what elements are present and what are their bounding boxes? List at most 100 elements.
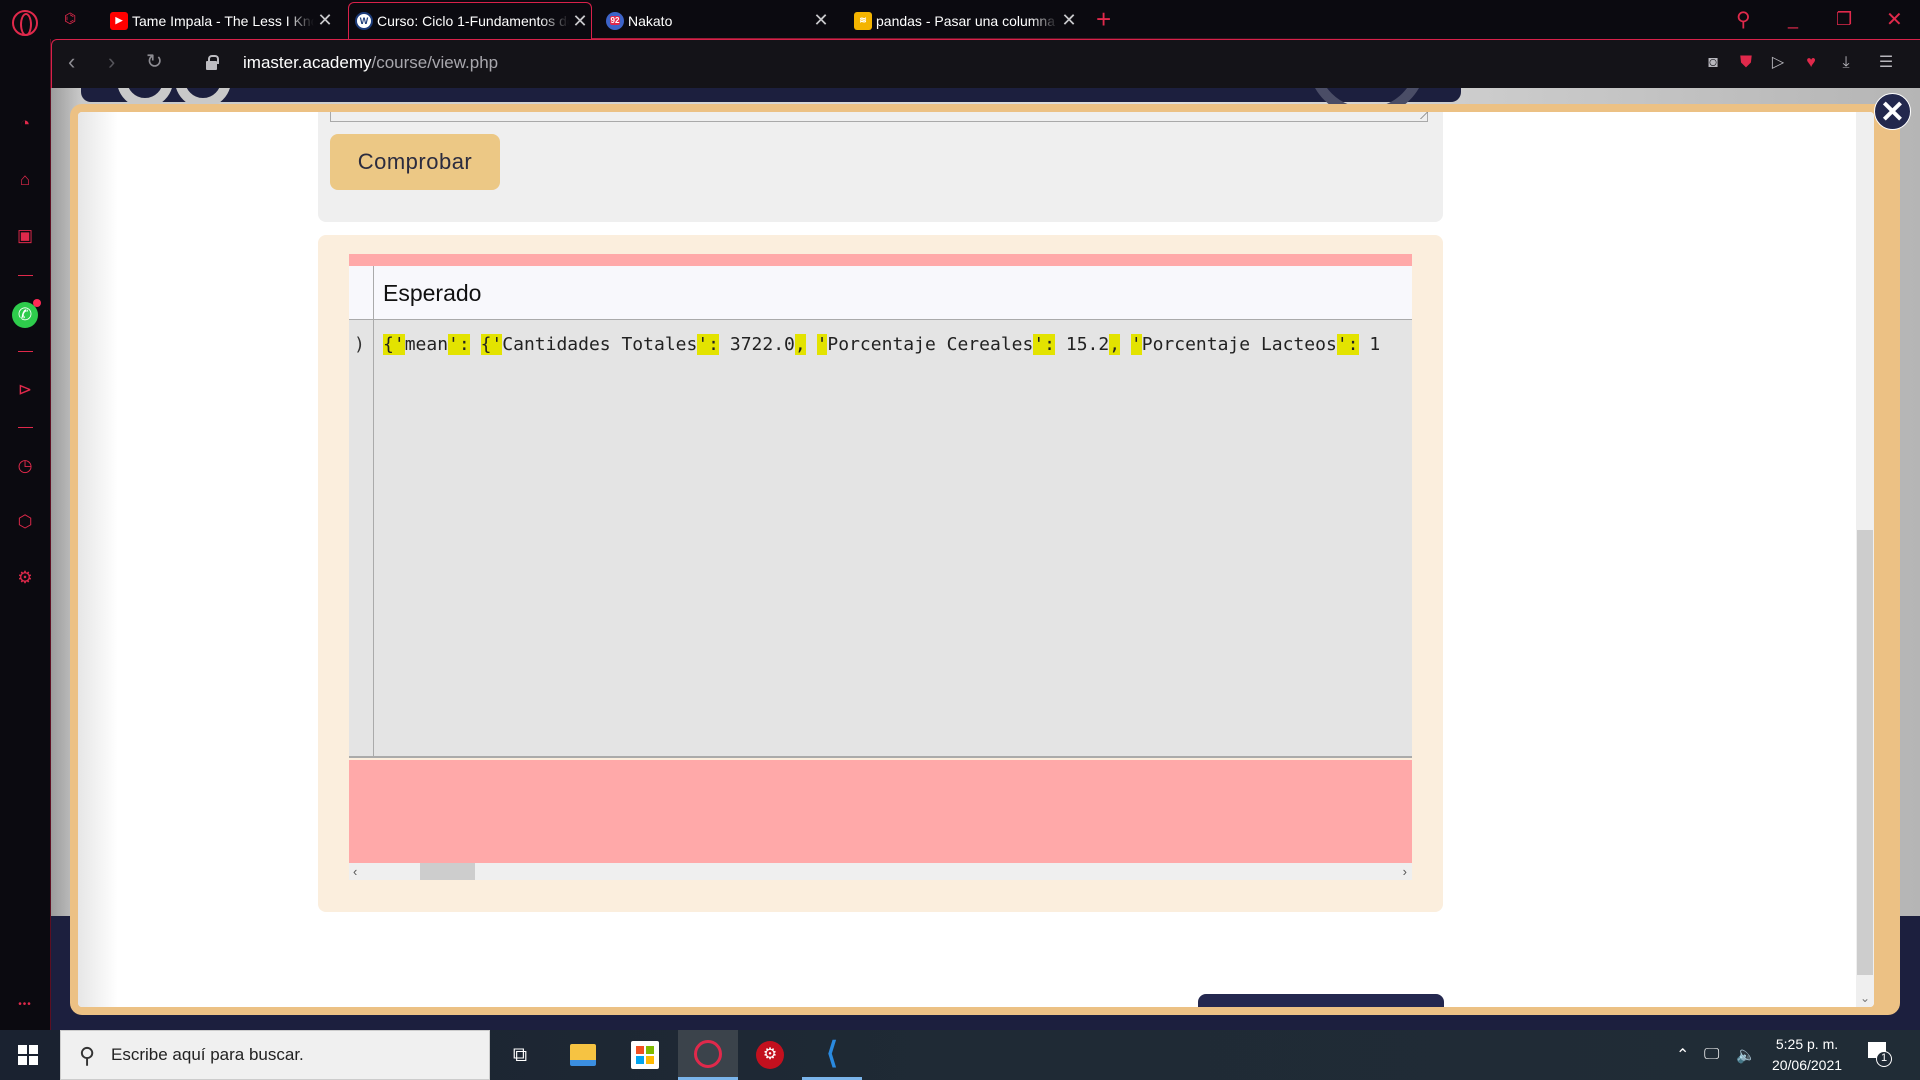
diff-viewer: Esperado ) {'mean': {'Cantidades Totales… [349, 254, 1412, 880]
vscode-icon[interactable]: ⟨ [802, 1030, 862, 1080]
reload-button[interactable]: ↻ [146, 50, 163, 74]
window-close-button[interactable]: ✕ [1886, 0, 1903, 39]
scrollbar-thumb[interactable] [1857, 530, 1873, 975]
tab-close-icon[interactable]: ✕ [314, 10, 336, 31]
search-icon: ⚲ [79, 1043, 96, 1068]
result-card: Esperado ) {'mean': {'Cantidades Totales… [318, 235, 1443, 912]
horizontal-scrollbar[interactable]: ‹ › [349, 863, 1412, 880]
opera-sidebar: ◔ ⌂ ▣ ✆ ⊳ ◷ ⬡ ⚙ ••• [0, 39, 51, 1030]
diff-highlight: {' [480, 334, 503, 355]
microsoft-store-icon[interactable] [615, 1030, 675, 1080]
whatsapp-icon[interactable]: ✆ [12, 299, 41, 328]
diff-highlight: , [1109, 334, 1121, 355]
tab-close-icon[interactable]: ✕ [569, 11, 591, 32]
player-icon[interactable]: ⊳ [14, 379, 36, 401]
scroll-down-arrow[interactable]: ⌄ [1856, 991, 1874, 1005]
driver-booster-icon[interactable]: ⚙ [740, 1030, 800, 1080]
flow-send-icon[interactable]: ▷ [1768, 52, 1788, 74]
tab-search-icon[interactable]: ⚲ [1736, 0, 1751, 39]
modal-vertical-scrollbar[interactable]: ⌄ [1856, 112, 1874, 1007]
browser-tab-bar: ⌬ ▶ Tame Impala - The Less I Know The Be… [0, 0, 1920, 39]
volume-icon[interactable]: 🔈 [1736, 1030, 1756, 1080]
forward-button[interactable]: › [108, 50, 115, 74]
action-center-icon[interactable]: 1 [1868, 1042, 1892, 1067]
code-text: Cantidades Totales [502, 334, 698, 355]
file-explorer-icon[interactable] [553, 1030, 613, 1080]
address-bar: ‹ › ↻ imaster.academy/course/view.php ◙ … [51, 39, 1920, 88]
code-text: mean [404, 334, 449, 355]
sidebar-separator [18, 351, 33, 352]
lock-icon[interactable] [206, 55, 219, 70]
code-text: Porcentaje Lacteos [1141, 334, 1337, 355]
code-text: Porcentaje Cereales [827, 334, 1034, 355]
tab-pandas[interactable]: ≋ pandas - Pasar una columna ✕ [848, 2, 1080, 39]
heart-icon[interactable]: ♥ [1801, 52, 1821, 74]
tab-nakato[interactable]: 92 Nakato ✕ [600, 2, 832, 39]
diff-top-bar [349, 254, 1412, 266]
page-header [81, 88, 1461, 102]
tab-tame-impala[interactable]: ▶ Tame Impala - The Less I Know The Bett… [104, 2, 336, 39]
answer-card: Comprobar [318, 112, 1443, 222]
more-icon[interactable]: ••• [14, 994, 36, 1016]
scrollbar-thumb[interactable] [420, 863, 475, 880]
scroll-right-arrow[interactable]: › [1403, 863, 1407, 880]
twitch-icon[interactable]: ▣ [14, 225, 36, 247]
diff-highlight: ': [1033, 334, 1056, 355]
url-field[interactable]: imaster.academy/course/view.php [243, 53, 498, 73]
diff-header: Esperado [349, 266, 1412, 320]
vpn-shield-icon[interactable]: ⛊ [1736, 52, 1756, 74]
diff-gutter [349, 266, 374, 319]
windows-start-icon[interactable] [18, 1045, 38, 1065]
expected-output-line: {'mean': {'Cantidades Totales': 3722.0, … [383, 334, 1380, 355]
modal-close-button[interactable]: ✕ [1874, 93, 1911, 130]
tab-close-icon[interactable]: ✕ [1058, 10, 1080, 31]
extensions-icon[interactable]: ⬡ [14, 511, 36, 533]
download-icon[interactable]: ⤓ [1836, 52, 1856, 74]
code-text: 15.2 [1055, 334, 1110, 355]
sidebar-separator [18, 275, 33, 276]
new-tab-button[interactable]: + [1096, 4, 1111, 35]
next-button[interactable] [1198, 994, 1444, 1007]
youtube-icon: ▶ [110, 11, 128, 30]
back-button[interactable]: ‹ [68, 50, 75, 74]
diff-highlight: {' [383, 334, 405, 355]
opera-menu-icon[interactable] [12, 10, 38, 36]
diff-highlight: , [794, 334, 806, 355]
code-answer-textarea[interactable] [330, 112, 1429, 122]
gamepad-icon[interactable]: ⌬ [64, 10, 84, 26]
taskbar-clock[interactable]: 5:25 p. m. 20/06/2021 [1762, 1034, 1852, 1076]
tray-chevron-icon[interactable]: ⌃ [1676, 1030, 1689, 1080]
resize-grip[interactable] [1413, 112, 1429, 119]
diff-gutter [349, 320, 374, 756]
diff-marker: ) [354, 334, 365, 355]
history-icon[interactable]: ◷ [14, 455, 36, 477]
notification-dot [33, 299, 41, 307]
check-button[interactable]: Comprobar [330, 134, 500, 190]
minimize-button[interactable]: _ [1788, 0, 1798, 39]
exercise-modal: Comprobar Esperado ) {'mean': {'Cantidad… [70, 104, 1900, 1015]
diff-highlight: ': [697, 334, 720, 355]
tab-curso[interactable]: W Curso: Ciclo 1-Fundamentos de Programa… [348, 2, 592, 39]
notification-badge: 1 [1876, 1051, 1892, 1067]
taskbar-search[interactable]: ⚲ Escribe aquí para buscar. [60, 1030, 490, 1080]
network-icon[interactable]: 🖵 [1704, 1030, 1719, 1080]
settings-icon[interactable]: ⚙ [14, 567, 36, 589]
diff-bottom-block [349, 760, 1412, 863]
modal-content: Comprobar Esperado ) {'mean': {'Cantidad… [78, 112, 1874, 1007]
diff-highlight: ': [1336, 334, 1359, 355]
opera-taskbar-icon[interactable] [678, 1030, 738, 1080]
diff-highlight: ' [1130, 334, 1142, 355]
cleaner-icon[interactable]: ⌂ [14, 169, 36, 191]
restore-button[interactable]: ❐ [1836, 0, 1852, 39]
code-text: 1 [1358, 334, 1381, 355]
diff-body: ) {'mean': {'Cantidades Totales': 3722.0… [349, 320, 1412, 758]
speed-dial-icon[interactable]: ◔ [14, 113, 36, 135]
tab-close-icon[interactable]: ✕ [810, 10, 832, 31]
easy-setup-icon[interactable]: ☰ [1876, 52, 1896, 74]
modal-shade [78, 112, 118, 1007]
scroll-left-arrow[interactable]: ‹ [353, 863, 357, 880]
task-view-icon[interactable]: ⧉ [490, 1030, 550, 1080]
snapshot-icon[interactable]: ◙ [1703, 52, 1723, 74]
